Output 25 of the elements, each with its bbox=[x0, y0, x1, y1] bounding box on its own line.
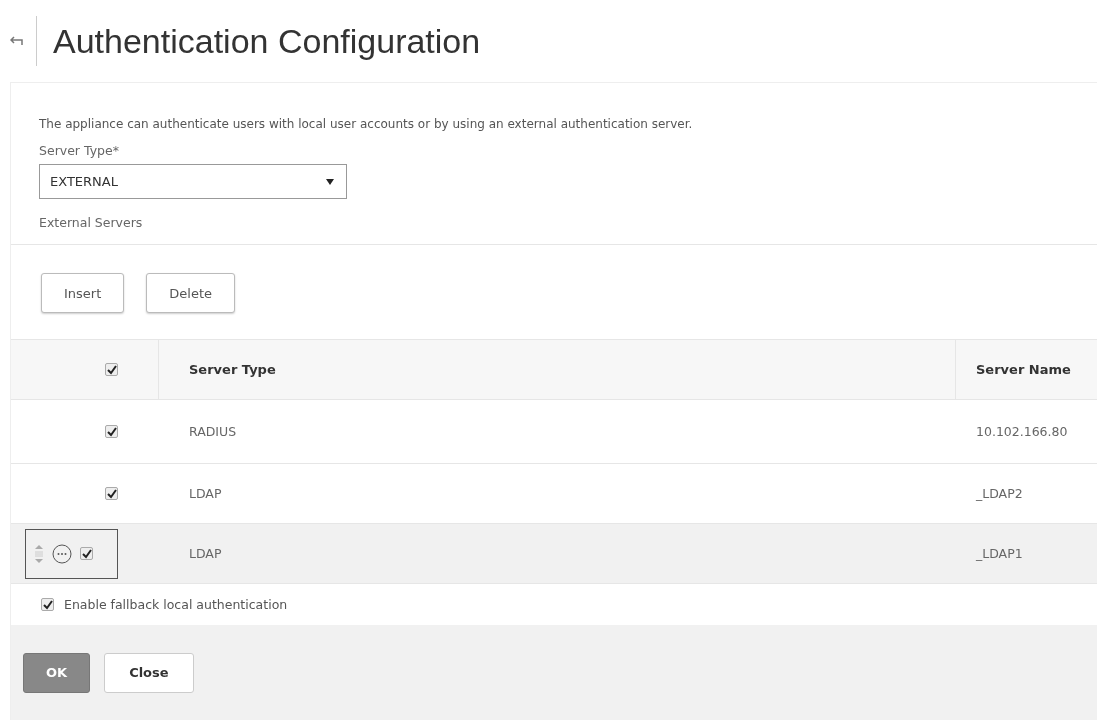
checkbox[interactable] bbox=[105, 487, 118, 500]
table-cell-text: _LDAP1 bbox=[975, 546, 1024, 561]
table-cell-text: _LDAP2 bbox=[975, 486, 1024, 501]
dropdown-caret-icon bbox=[326, 178, 334, 185]
server-type-dropdown[interactable]: EXTERNAL bbox=[39, 164, 347, 199]
toolbar-button[interactable]: Delete bbox=[146, 273, 235, 313]
ok-button[interactable]: OK bbox=[23, 652, 91, 693]
table-cell-text: LDAP bbox=[188, 486, 223, 501]
back-arrow-icon[interactable] bbox=[10, 36, 24, 46]
page-title: Authentication Configuration bbox=[53, 21, 481, 61]
checkbox-label: Enable fallback local authentication bbox=[64, 597, 288, 612]
checkbox[interactable] bbox=[105, 363, 118, 376]
field-label: Server Type* bbox=[39, 143, 120, 158]
table-cell-text: RADIUS bbox=[188, 424, 238, 439]
drag-handle-icon[interactable] bbox=[34, 544, 44, 563]
table-cell-text: LDAP bbox=[188, 546, 223, 561]
checkbox[interactable] bbox=[41, 598, 54, 611]
table-cell-text: 10.102.166.80 bbox=[975, 424, 1069, 439]
section-label: External Servers bbox=[39, 215, 144, 230]
more-options-icon[interactable] bbox=[52, 543, 72, 564]
description-text: The appliance can authenticate users with local user accounts or by using an external authentication server. bbox=[39, 117, 694, 131]
close-button[interactable]: Close bbox=[104, 652, 194, 693]
toolbar-button[interactable]: Insert bbox=[41, 273, 125, 313]
checkbox[interactable] bbox=[80, 547, 93, 560]
checkbox[interactable] bbox=[105, 425, 118, 438]
